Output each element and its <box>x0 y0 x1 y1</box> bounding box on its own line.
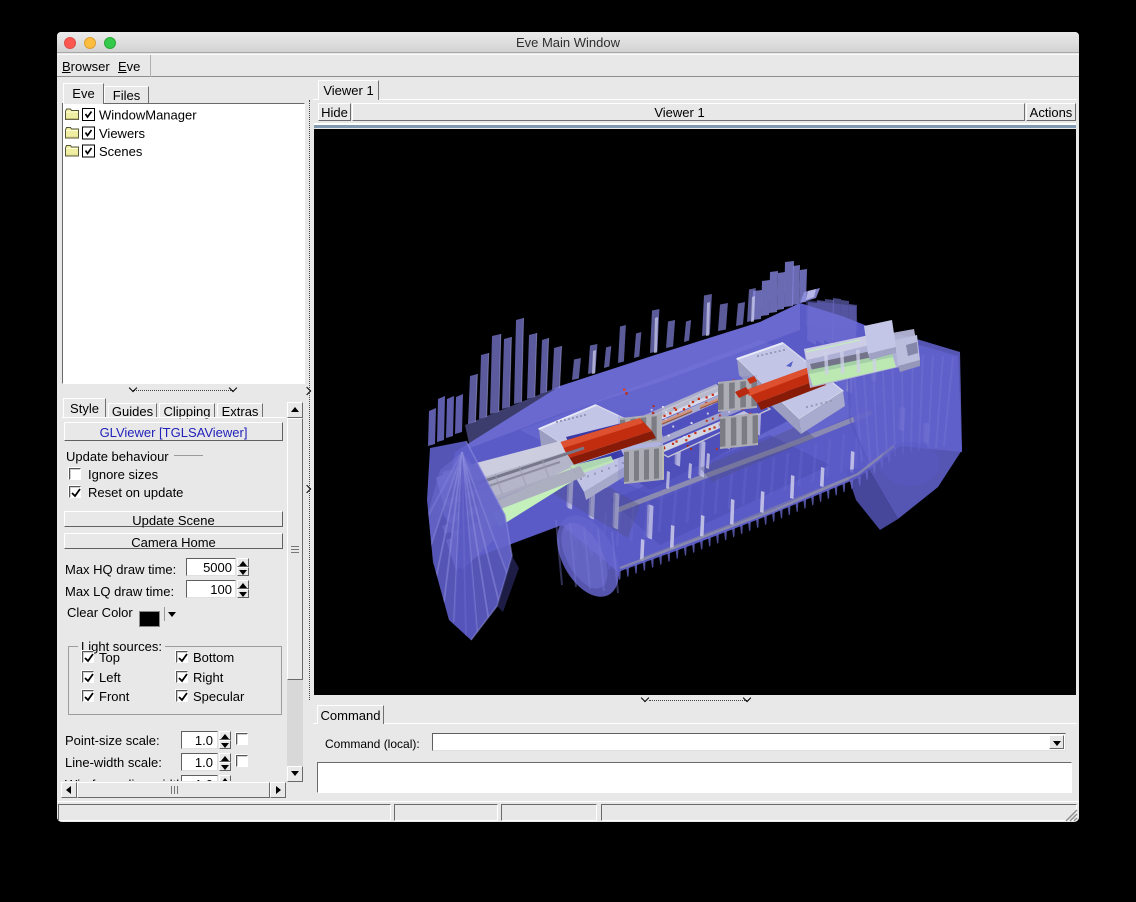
svg-text:Scenes: Scenes <box>99 144 143 159</box>
svg-text:Viewers: Viewers <box>99 126 146 141</box>
svg-text:WindowManager: WindowManager <box>99 108 197 123</box>
